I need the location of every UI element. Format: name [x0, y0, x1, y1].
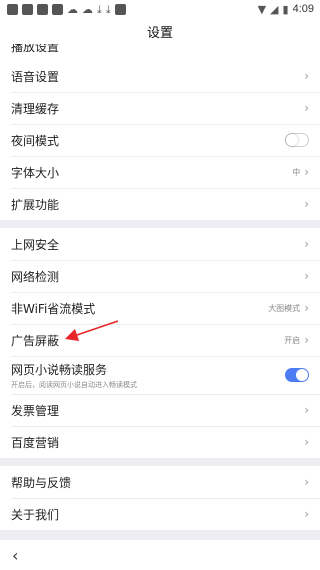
status-bar: ☁ ☁ ⤓ ⤓ ▼ ◢ ▮ 4:09	[0, 0, 320, 18]
settings-group-browsing: 上网安全 › 网络检测 › 非WiFi省流模式 大图模式 › 广告屏蔽 开启 ›…	[0, 228, 320, 458]
row-value: 开启	[284, 335, 301, 345]
wifi-icon: ▼	[257, 2, 267, 16]
chevron-right-icon: ›	[304, 165, 309, 179]
notification-icon	[52, 3, 63, 15]
clock: 4:09	[292, 3, 314, 15]
battery-icon: ▮	[282, 2, 289, 16]
notification-icons: ☁ ☁ ⤓ ⤓	[0, 2, 126, 16]
row-value: 大图模式	[268, 303, 301, 313]
settings-row-security[interactable]: 上网安全 ›	[0, 228, 320, 260]
settings-row-marketing[interactable]: 百度营销 ›	[0, 426, 320, 458]
settings-list: 播放设置 语音设置 › 清理缓存 › 夜间模式 字体大小 中 › 扩展功能 ›	[0, 44, 320, 530]
group-divider	[0, 458, 320, 466]
row-label: 扩展功能	[11, 197, 60, 212]
row-label: 夜间模式	[11, 133, 60, 148]
row-label: 网络检测	[11, 269, 60, 284]
settings-row-novel-reader[interactable]: 网页小说畅读服务 开启后，阅读网页小说自动进入畅读模式	[0, 356, 320, 394]
settings-row-network-check[interactable]: 网络检测 ›	[0, 260, 320, 292]
chevron-right-icon: ›	[304, 237, 309, 251]
signal-icon: ◢	[270, 2, 279, 16]
settings-row-invoice[interactable]: 发票管理 ›	[0, 394, 320, 426]
novel-reader-toggle[interactable]	[285, 368, 309, 382]
row-label: 字体大小	[11, 165, 60, 180]
settings-row-ad-block[interactable]: 广告屏蔽 开启 ›	[0, 324, 320, 356]
chevron-right-icon: ›	[304, 301, 309, 315]
row-label: 关于我们	[11, 507, 60, 522]
row-label: 发票管理	[11, 403, 60, 418]
chat-icon: ☁	[82, 2, 93, 16]
chevron-right-icon: ›	[304, 269, 309, 283]
notification-icon	[22, 3, 33, 15]
chevron-right-icon: ›	[304, 403, 309, 417]
settings-row-data-saver[interactable]: 非WiFi省流模式 大图模式 ›	[0, 292, 320, 324]
chevron-right-icon: ›	[304, 333, 309, 347]
chevron-right-icon: ›	[304, 69, 309, 83]
settings-row-font-size[interactable]: 字体大小 中 ›	[0, 156, 320, 188]
settings-row-extensions[interactable]: 扩展功能 ›	[0, 188, 320, 220]
night-mode-toggle[interactable]	[285, 133, 309, 147]
notification-icon	[37, 3, 48, 15]
row-label: 语音设置	[11, 69, 60, 84]
chevron-right-icon: ›	[304, 475, 309, 489]
download-icon: ⤓	[97, 2, 102, 16]
settings-row-play[interactable]: 播放设置	[0, 44, 320, 60]
settings-row-voice[interactable]: 语音设置 ›	[0, 60, 320, 92]
row-label: 非WiFi省流模式	[11, 301, 96, 316]
page-title: 设置	[146, 25, 173, 41]
row-label: 播放设置	[11, 44, 60, 54]
chevron-right-icon: ›	[304, 197, 309, 211]
row-label: 清理缓存	[11, 101, 60, 116]
row-label: 广告屏蔽	[11, 333, 60, 348]
notification-icon	[7, 3, 18, 15]
settings-row-clear-cache[interactable]: 清理缓存 ›	[0, 92, 320, 124]
chevron-right-icon: ›	[304, 101, 309, 115]
row-label: 上网安全	[11, 237, 60, 252]
group-divider	[0, 220, 320, 228]
row-value: 中	[292, 167, 301, 177]
download-icon: ⤓	[105, 2, 111, 16]
settings-row-help[interactable]: 帮助与反馈 ›	[0, 466, 320, 498]
settings-group-general: 播放设置 语音设置 › 清理缓存 › 夜间模式 字体大小 中 › 扩展功能 ›	[0, 44, 320, 220]
settings-row-night-mode[interactable]: 夜间模式	[0, 124, 320, 156]
settings-group-about: 帮助与反馈 › 关于我们 ›	[0, 466, 320, 530]
bottom-bar: ‹	[0, 540, 320, 570]
back-arrow-icon[interactable]: ‹	[12, 546, 18, 565]
page-header: 设置	[0, 18, 320, 44]
row-description: 开启后，阅读网页小说自动进入畅读模式	[11, 380, 137, 389]
row-label: 网页小说畅读服务	[11, 362, 108, 377]
notification-icon	[114, 3, 126, 15]
chevron-right-icon: ›	[304, 435, 309, 449]
settings-row-about[interactable]: 关于我们 ›	[0, 498, 320, 530]
row-label: 帮助与反馈	[11, 475, 72, 490]
chat-icon: ☁	[67, 2, 78, 16]
row-label: 百度营销	[11, 435, 60, 450]
chevron-right-icon: ›	[304, 507, 309, 521]
